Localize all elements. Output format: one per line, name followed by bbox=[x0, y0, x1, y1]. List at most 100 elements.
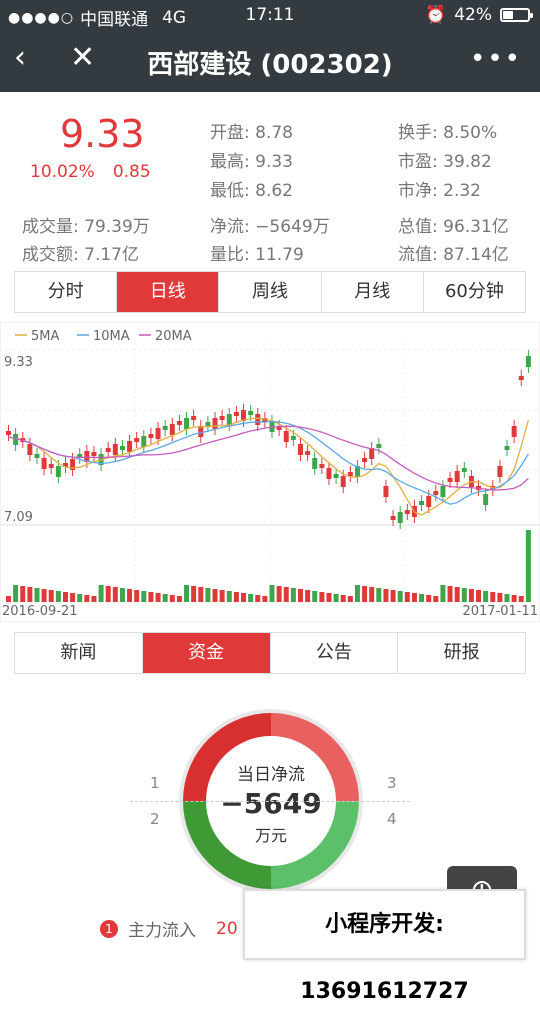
quote-field: 市净: 2.32 bbox=[398, 176, 481, 201]
info-tab-0[interactable]: 新闻 bbox=[15, 633, 143, 673]
volume-bar bbox=[411, 593, 417, 602]
volume-bar bbox=[483, 591, 489, 602]
candle bbox=[297, 444, 303, 455]
period-tab-1[interactable]: 日线 bbox=[117, 272, 220, 312]
info-tab-1[interactable]: 资金 bbox=[142, 633, 271, 673]
volume-bar bbox=[490, 592, 496, 602]
volume-bar bbox=[169, 595, 175, 602]
candle bbox=[497, 466, 503, 477]
volume-bar bbox=[248, 594, 254, 602]
volume-bar bbox=[362, 586, 368, 602]
candle bbox=[397, 512, 403, 523]
candle bbox=[55, 466, 61, 477]
donut-title: 当日净流 bbox=[237, 765, 305, 785]
legend-value: 20 bbox=[216, 918, 238, 939]
period-tab-3[interactable]: 月线 bbox=[322, 272, 424, 312]
info-tabs: 新闻 资金 公告 研报 bbox=[14, 632, 526, 674]
candle bbox=[362, 458, 368, 462]
candle bbox=[319, 464, 325, 468]
candle bbox=[112, 444, 118, 455]
volume-bar bbox=[191, 586, 197, 602]
quote-field: 总值: 96.31亿 bbox=[398, 212, 509, 237]
candle bbox=[105, 448, 111, 452]
candle bbox=[212, 418, 218, 429]
field-sep: : bbox=[432, 123, 444, 143]
candle bbox=[155, 428, 161, 439]
quote-field: 成交量: 79.39万 bbox=[22, 212, 150, 237]
period-tab-4[interactable]: 60分钟 bbox=[424, 272, 525, 312]
field-label: 市净 bbox=[398, 181, 432, 201]
volume-bar bbox=[404, 592, 410, 602]
info-tab-3[interactable]: 研报 bbox=[398, 633, 525, 673]
candle bbox=[48, 464, 54, 468]
volume-bar bbox=[433, 596, 439, 602]
volume-bar bbox=[84, 595, 90, 602]
volume-bar bbox=[70, 593, 76, 602]
info-tab-2[interactable]: 公告 bbox=[271, 633, 399, 673]
field-sep: : bbox=[244, 181, 256, 201]
volume-bar bbox=[55, 591, 61, 602]
candle bbox=[347, 472, 353, 476]
volume-bar bbox=[369, 587, 375, 602]
more-icon[interactable]: ••• bbox=[470, 44, 522, 74]
y-top-label: 9.33 bbox=[4, 355, 33, 370]
field-value: 11.79 bbox=[255, 245, 304, 265]
volume-bar bbox=[476, 590, 482, 602]
candle bbox=[283, 431, 289, 442]
promo-banner[interactable]: 小程序开发: 13691612727 bbox=[243, 889, 526, 1004]
candle bbox=[340, 476, 346, 487]
candle bbox=[333, 474, 339, 478]
period-tab-2[interactable]: 周线 bbox=[219, 272, 322, 312]
candle bbox=[326, 468, 332, 479]
x-start-label: 2016-09-21 bbox=[2, 604, 78, 619]
volume-bar bbox=[62, 592, 68, 602]
page-title: 西部建设 (002302) bbox=[147, 50, 393, 80]
volume-bar bbox=[184, 585, 190, 602]
legend-badge: 1 bbox=[100, 919, 118, 938]
legend-label: 10MA bbox=[93, 329, 130, 344]
quote-field: 流值: 87.14亿 bbox=[398, 240, 509, 265]
legend-label: 主力流入 bbox=[128, 921, 196, 941]
change-percent: 10.02% bbox=[30, 162, 95, 182]
candle bbox=[290, 436, 296, 440]
volume-bar bbox=[48, 590, 54, 602]
field-label: 总值 bbox=[398, 217, 432, 237]
volume-bar bbox=[77, 594, 83, 602]
period-tab-0[interactable]: 分时 bbox=[15, 272, 118, 312]
candle bbox=[162, 426, 168, 430]
battery-icon bbox=[500, 8, 533, 22]
volume-bar bbox=[34, 588, 40, 602]
volume-bar bbox=[219, 590, 225, 602]
volume-bar bbox=[340, 595, 346, 602]
candle bbox=[119, 446, 125, 450]
candle bbox=[511, 426, 517, 437]
volume-bar bbox=[262, 596, 268, 602]
volume-bar bbox=[20, 586, 26, 602]
field-label: 最低 bbox=[210, 181, 244, 201]
candle bbox=[226, 414, 232, 425]
kline-chart[interactable]: 5MA 10MA 20MA 9.33 7.09 2016-09-21 2017-01-11 bbox=[0, 322, 540, 622]
volume-bar bbox=[141, 591, 147, 602]
volume-bar bbox=[518, 596, 524, 602]
volume-bar bbox=[226, 591, 232, 602]
candle bbox=[27, 444, 33, 455]
field-sep: : bbox=[244, 123, 256, 143]
volume-bar bbox=[134, 590, 140, 602]
volume-bar bbox=[397, 591, 403, 602]
candle bbox=[184, 418, 190, 429]
field-value: 87.14亿 bbox=[443, 245, 509, 265]
candle bbox=[440, 486, 446, 497]
field-sep: : bbox=[432, 217, 444, 237]
candle bbox=[383, 486, 389, 497]
candle bbox=[433, 491, 439, 495]
volume-bar bbox=[497, 593, 503, 602]
volume-bar bbox=[105, 586, 111, 602]
donut-value: −5649 bbox=[220, 787, 322, 820]
field-label: 量比 bbox=[210, 245, 244, 265]
donut-unit: 万元 bbox=[254, 826, 287, 845]
field-sep: : bbox=[73, 245, 85, 265]
field-sep: : bbox=[244, 217, 256, 237]
quote-field: 量比: 11.79 bbox=[210, 240, 304, 265]
candle bbox=[312, 458, 318, 469]
field-value: 39.82 bbox=[443, 152, 492, 172]
